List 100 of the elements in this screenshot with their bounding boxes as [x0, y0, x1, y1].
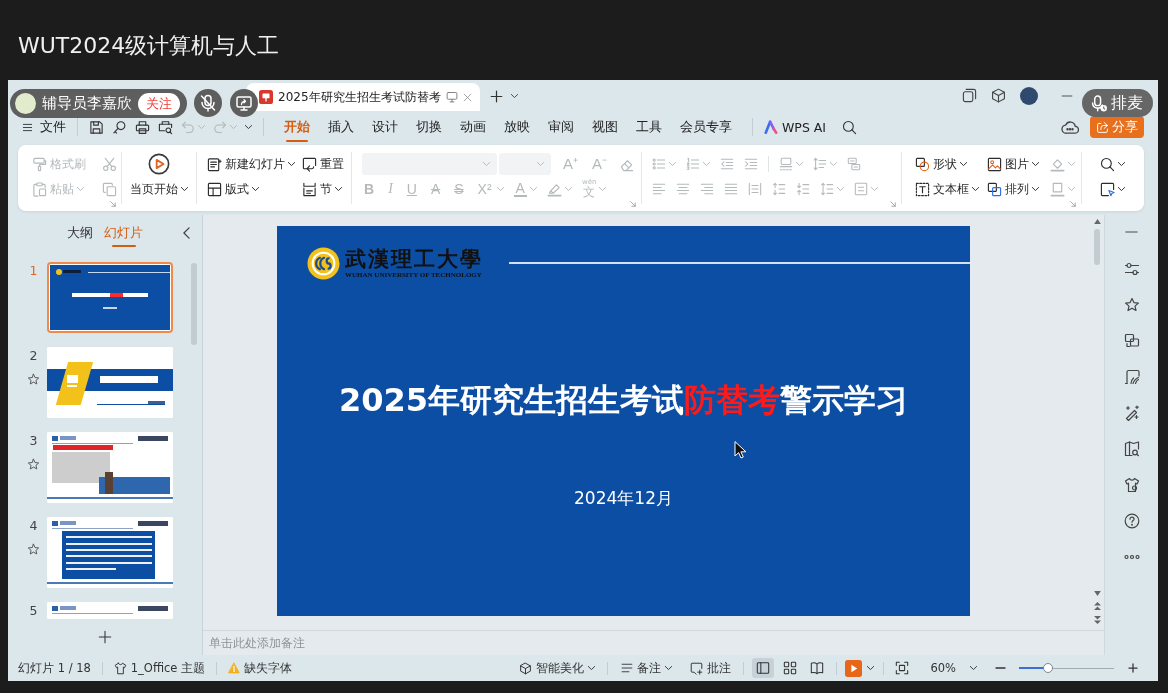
key-icon[interactable] — [112, 119, 127, 135]
slide-thumbnail[interactable] — [47, 432, 173, 503]
normal-view-button[interactable] — [752, 658, 775, 678]
ribbon-tab[interactable]: 动画 — [451, 111, 495, 143]
ribbon-tab[interactable]: 会员专享 — [671, 111, 741, 143]
select-icon — [1100, 181, 1115, 197]
slider-thumb[interactable] — [1042, 663, 1053, 673]
redo-icon — [213, 120, 227, 134]
document-tab[interactable]: 2025年研究生招生考试防替考 — [246, 83, 480, 111]
arrange-button[interactable]: 排列 — [987, 178, 1050, 200]
add-slide-icon[interactable] — [98, 630, 112, 644]
reading-view-icon — [810, 661, 825, 675]
undo-icon — [181, 120, 195, 134]
theme-button[interactable]: 1_Office 主题 — [113, 658, 206, 678]
new-slide-button[interactable]: 新建幻灯片 — [207, 153, 302, 175]
queue-button[interactable]: 排麦 — [1082, 89, 1153, 117]
slide-thumbnail[interactable] — [47, 347, 173, 418]
caret-icon — [537, 162, 544, 166]
highlighter-icon — [546, 181, 562, 197]
fit-to-window-icon[interactable] — [895, 661, 910, 675]
ribbon-tab[interactable]: 设计 — [363, 111, 407, 143]
ribbon-tab[interactable]: 插入 — [319, 111, 363, 143]
previous-slide-icon[interactable] — [1093, 602, 1101, 610]
microphone-icon — [1091, 94, 1108, 112]
caret-icon — [483, 162, 490, 166]
muted-microphone-icon[interactable] — [194, 89, 222, 117]
section-button[interactable]: 节 — [302, 178, 351, 200]
wps-ai-button[interactable]: WPS AI — [764, 119, 827, 135]
slide-counter: 幻灯片 1 / 18 — [18, 660, 91, 676]
follow-button[interactable]: 关注 — [138, 92, 180, 115]
print-icon[interactable] — [135, 119, 150, 135]
play-slideshow-icon[interactable] — [845, 659, 863, 677]
print-preview-icon[interactable] — [158, 119, 173, 135]
sliders-icon[interactable] — [1123, 261, 1140, 277]
next-slide-icon[interactable] — [1093, 616, 1101, 624]
monitor-icon — [445, 91, 458, 103]
ribbon-tab[interactable]: 切换 — [407, 111, 451, 143]
shapes-button[interactable]: 形状 — [915, 153, 987, 175]
chat-icon[interactable] — [1061, 118, 1079, 136]
menu-icon — [22, 121, 33, 133]
caret-icon[interactable] — [245, 125, 252, 129]
close-icon[interactable] — [462, 92, 472, 102]
save-icon[interactable] — [89, 119, 104, 135]
screen-share-icon[interactable] — [230, 89, 258, 117]
zoom-level-button[interactable]: 60% — [930, 658, 977, 678]
play-from-current-button[interactable]: 当页开始 — [130, 153, 188, 200]
image-style-icon[interactable] — [1123, 369, 1140, 385]
share-icon — [1096, 120, 1109, 134]
notes-button[interactable]: 备注 — [621, 658, 673, 678]
ribbon-tab[interactable]: 工具 — [627, 111, 671, 143]
presenter-name: 辅导员李嘉欣 — [42, 94, 132, 113]
ribbon-tab[interactable]: 视图 — [583, 111, 627, 143]
slide-thumbnail[interactable] — [47, 262, 173, 333]
mouse-pointer-icon — [734, 441, 746, 460]
slide-sorter-icon — [783, 661, 798, 675]
scrollbar-thumb[interactable] — [191, 263, 197, 345]
restore-window-icon[interactable] — [962, 88, 977, 103]
caret-icon[interactable] — [510, 94, 518, 98]
slide-number: 2 — [29, 349, 38, 363]
slide-number: 4 — [29, 519, 38, 533]
reset-icon — [302, 156, 317, 172]
star-icon[interactable] — [1123, 297, 1140, 313]
panel-tab[interactable]: 大纲 — [67, 215, 93, 251]
collapse-panel-icon[interactable] — [183, 227, 190, 239]
caret-icon — [588, 666, 596, 670]
comments-button[interactable]: 批注 — [690, 658, 732, 678]
scroll-up-icon[interactable] — [1093, 219, 1101, 224]
reset-button[interactable]: 重置 — [302, 153, 351, 175]
ribbon-tab[interactable]: 审阅 — [539, 111, 583, 143]
caret-icon — [665, 666, 673, 670]
notes-field[interactable]: 单击此处添加备注 — [203, 630, 1104, 655]
ribbon-tab[interactable]: 放映 — [495, 111, 539, 143]
layout-button[interactable]: 版式 — [207, 178, 302, 200]
caret-icon[interactable] — [867, 666, 875, 670]
picture-button[interactable]: 图片 — [987, 153, 1050, 175]
section-icon — [302, 181, 317, 197]
text-box-icon — [915, 181, 930, 197]
slides-icon[interactable] — [1123, 333, 1140, 349]
fill-color-icon — [1050, 156, 1065, 172]
outline-color-icon — [1050, 181, 1065, 197]
magic-wand-icon[interactable] — [1123, 405, 1140, 421]
scroll-down-icon[interactable] — [1093, 591, 1101, 596]
user-avatar[interactable] — [1020, 86, 1038, 105]
help-icon[interactable] — [1123, 513, 1140, 529]
university-emblem-icon — [307, 246, 340, 280]
shirt-icon[interactable] — [1123, 477, 1140, 493]
book-search-icon[interactable] — [1123, 441, 1140, 457]
missing-font-button[interactable]: 缺失字体 — [228, 658, 293, 678]
search-icon[interactable] — [842, 119, 858, 135]
paste-icon — [32, 181, 47, 197]
cube-icon[interactable] — [991, 88, 1006, 103]
slide-thumbnail[interactable] — [47, 602, 173, 619]
file-menu-button[interactable]: 文件 — [22, 115, 66, 139]
scrollbar-thumb[interactable] — [1094, 229, 1100, 265]
text-box-button[interactable]: 文本框 — [915, 178, 987, 200]
beautify-button[interactable]: 智能美化 — [519, 658, 596, 678]
slide-thumbnail[interactable] — [47, 517, 173, 588]
zoom-in-icon[interactable] — [1128, 663, 1138, 673]
text-direction-icon — [779, 157, 793, 171]
plus-icon[interactable] — [489, 90, 503, 103]
